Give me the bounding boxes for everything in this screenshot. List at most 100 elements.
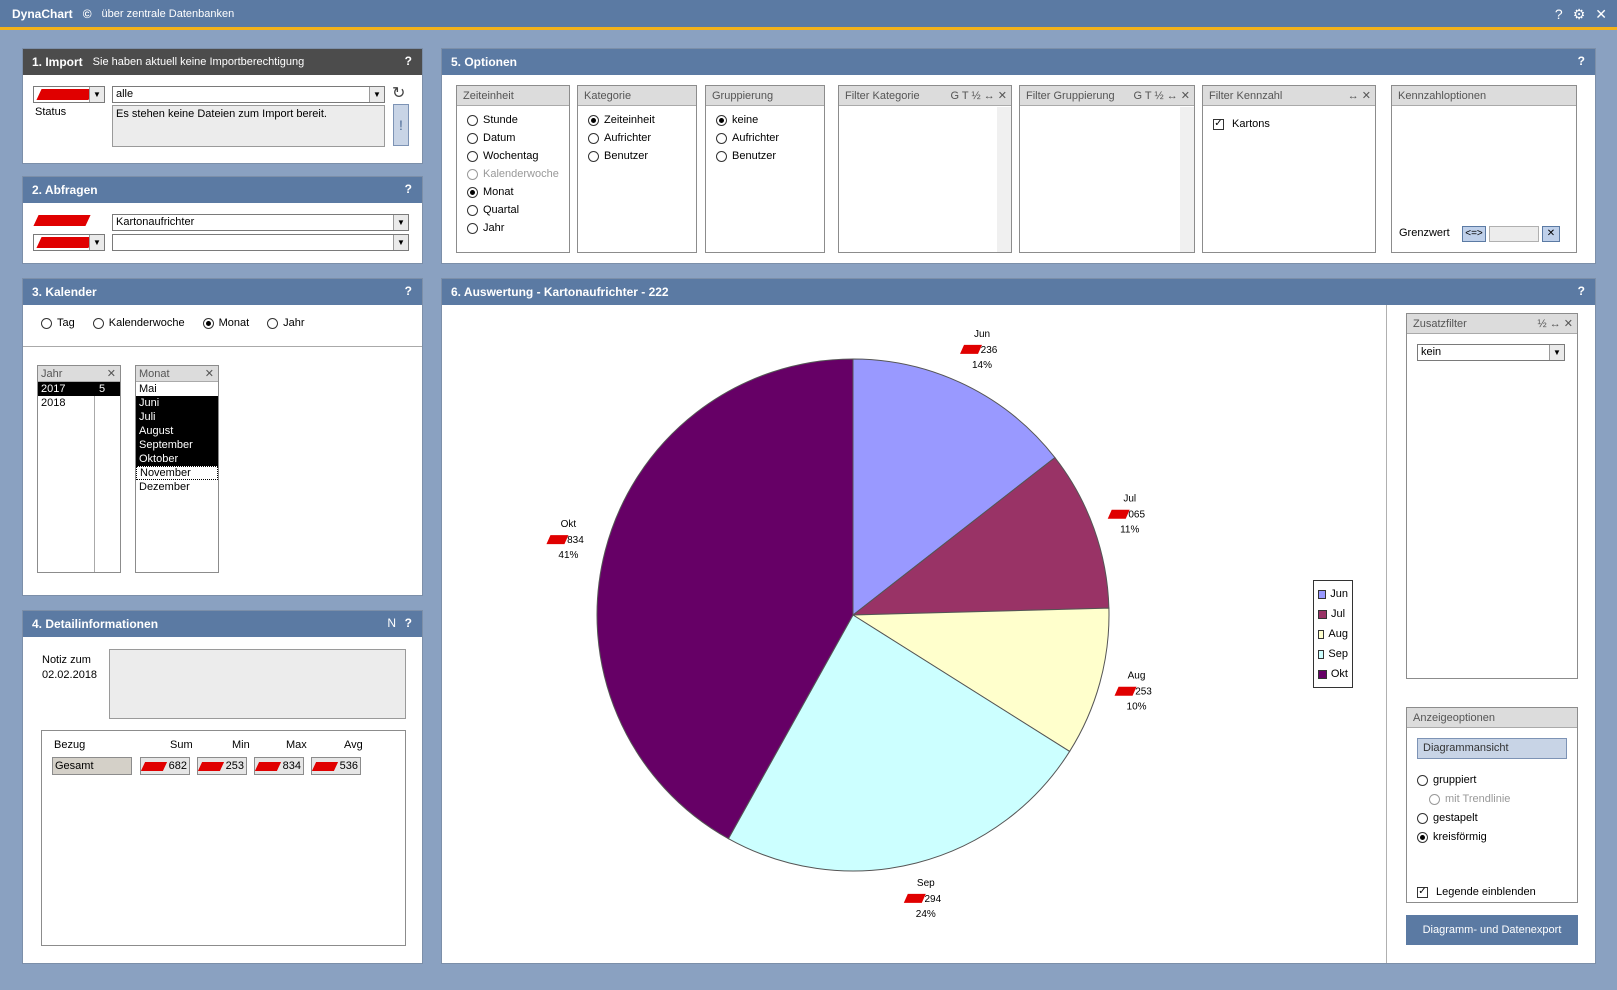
clear-icon[interactable]: ✕ [205, 366, 214, 382]
radio-label: mit Trendlinie [1445, 793, 1511, 805]
radio-keine[interactable]: keine [716, 114, 824, 126]
checkbox-box: ✓ [1213, 118, 1224, 130]
radio-gruppiert[interactable]: gruppiert [1417, 774, 1476, 786]
radio-benutzer[interactable]: Benutzer [588, 150, 696, 162]
stat-min: 253 [197, 757, 247, 775]
stat-min-value: 253 [225, 760, 244, 772]
note-textarea[interactable] [109, 649, 406, 719]
query-select-value: Kartonaufrichter [116, 216, 195, 228]
export-button[interactable]: Diagramm- und Datenexport [1406, 915, 1578, 945]
list-item[interactable]: November [136, 466, 218, 480]
radio-wochentag[interactable]: Wochentag [467, 150, 569, 162]
legend-checkbox[interactable]: ✓ Legende einblenden [1417, 886, 1536, 898]
anzeigeoptionen-group: Anzeigeoptionen Diagrammansicht gruppier… [1406, 707, 1578, 903]
radio-jahr[interactable]: Jahr [467, 222, 569, 234]
radio-tag[interactable]: Tag [41, 317, 75, 329]
abfragen-help-icon[interactable]: ? [405, 182, 412, 196]
refresh-icon[interactable]: ↻ [392, 83, 405, 103]
import-source-select[interactable]: ▼ [33, 86, 105, 103]
clear-grenzwert-button[interactable]: ✕ [1542, 226, 1560, 242]
radio-dot [202, 317, 214, 329]
radio-jahr[interactable]: Jahr [267, 317, 305, 329]
col-sum: Sum [170, 739, 193, 751]
radio-benutzer[interactable]: Benutzer [716, 150, 824, 162]
radio-datum[interactable]: Datum [467, 132, 569, 144]
radio-label: gruppiert [1433, 774, 1477, 786]
details-header: 4. Detailinformationen N ? [23, 611, 422, 637]
kartons-checkbox[interactable]: ✓ Kartons [1213, 118, 1270, 130]
import-help-icon[interactable]: ? [405, 54, 412, 68]
auswertung-help-icon[interactable]: ? [1578, 284, 1585, 298]
close-icon[interactable]: ✕ [1595, 6, 1607, 23]
radio-label: Benutzer [732, 150, 777, 162]
details-help-icon[interactable]: ? [405, 616, 412, 630]
radio-monat[interactable]: Monat [202, 317, 249, 329]
help-icon[interactable]: ? [1555, 6, 1563, 23]
import-filter-select[interactable]: alle ▼ [112, 86, 385, 103]
filter-gruppierung-header: Filter Gruppierung G T ½ ↔ ✕ [1020, 86, 1194, 106]
radio-dot [267, 317, 279, 329]
row-label-gesamt: Gesamt [52, 757, 132, 775]
gruppierung-header: Gruppierung [706, 86, 824, 106]
redacted-mark [33, 215, 91, 226]
zeiteinheit-header: Zeiteinheit [457, 86, 569, 106]
radio-label: Jahr [483, 222, 505, 234]
query-source-select[interactable]: ▼ [33, 234, 105, 251]
kalender-help-icon[interactable]: ? [405, 284, 412, 298]
optionen-help-icon[interactable]: ? [1578, 54, 1585, 68]
radio-quartal[interactable]: Quartal [467, 204, 569, 216]
query-secondary-select[interactable]: ▼ [112, 234, 409, 251]
diagrammansicht-button[interactable]: Diagrammansicht [1417, 738, 1567, 759]
filter-kategorie-header: Filter Kategorie G T ½ ↔ ✕ [839, 86, 1011, 106]
clear-icon[interactable]: ✕ [107, 366, 116, 382]
radio-kalenderwoche[interactable]: Kalenderwoche [92, 317, 185, 329]
data-label-percent: 11% [1120, 525, 1139, 536]
legend-swatch-0 [1318, 589, 1327, 599]
redacted-mark [36, 237, 94, 248]
query-select[interactable]: Kartonaufrichter ▼ [112, 214, 409, 231]
scrollbar[interactable] [997, 107, 1011, 252]
list-item[interactable]: September [136, 438, 218, 452]
filter-tools[interactable]: G T ½ ↔ ✕ [951, 86, 1008, 106]
radio-label: keine [732, 114, 759, 126]
legend-item: Jun [1318, 584, 1348, 604]
grenzwert-input[interactable] [1489, 226, 1539, 242]
radio-gestapelt[interactable]: gestapelt [1417, 812, 1478, 824]
radio-kalenderwoche-disabled: Kalenderwoche [467, 168, 569, 180]
radio-zeiteinheit[interactable]: Zeiteinheit [588, 114, 696, 126]
list-item[interactable]: Mai [136, 382, 218, 396]
list-item[interactable]: Dezember [136, 480, 218, 494]
legend-swatch-3 [1318, 649, 1325, 659]
list-item[interactable]: Juli [136, 410, 218, 424]
settings-icon[interactable]: ⚙ [1573, 6, 1586, 23]
compare-operator-button[interactable]: <=> [1462, 226, 1486, 242]
alert-button[interactable]: ! [393, 104, 409, 146]
filter-tools[interactable]: ↔ ✕ [1348, 86, 1371, 106]
radio-label: Zeiteinheit [604, 114, 655, 126]
redacted-mark [1107, 509, 1130, 519]
zusatzfilter-select[interactable]: kein ▼ [1417, 344, 1565, 361]
filter-tools[interactable]: ½ ↔ ✕ [1537, 314, 1573, 334]
list-item[interactable]: 2018 [38, 396, 120, 410]
radio-kreisfoermig[interactable]: kreisförmig [1417, 831, 1487, 843]
list-item[interactable]: August [136, 424, 218, 438]
note-n-button[interactable]: N [387, 616, 396, 630]
radio-dot [1417, 831, 1428, 843]
col-bezug: Bezug [54, 739, 86, 751]
radio-dot [588, 114, 599, 126]
filter-tools[interactable]: G T ½ ↔ ✕ [1134, 86, 1191, 106]
radio-stunde[interactable]: Stunde [467, 114, 569, 126]
chart-divider [1386, 305, 1387, 963]
monat-listbox[interactable]: Monat ✕ Mai Juni Juli August September Ok… [135, 365, 219, 573]
redacted-mark [546, 535, 569, 545]
list-item[interactable]: 2017 5 [38, 382, 120, 396]
scrollbar[interactable] [1180, 107, 1194, 252]
radio-aufrichter[interactable]: Aufrichter [588, 132, 696, 144]
radio-aufrichter[interactable]: Aufrichter [716, 132, 824, 144]
jahr-listbox[interactable]: Jahr ✕ 2017 5 2018 [37, 365, 121, 573]
filter-gruppierung-group: Filter Gruppierung G T ½ ↔ ✕ [1019, 85, 1195, 253]
checkbox-box: ✓ [1417, 886, 1428, 898]
radio-monat[interactable]: Monat [467, 186, 569, 198]
list-item[interactable]: Oktober [136, 452, 218, 466]
list-item[interactable]: Juni [136, 396, 218, 410]
